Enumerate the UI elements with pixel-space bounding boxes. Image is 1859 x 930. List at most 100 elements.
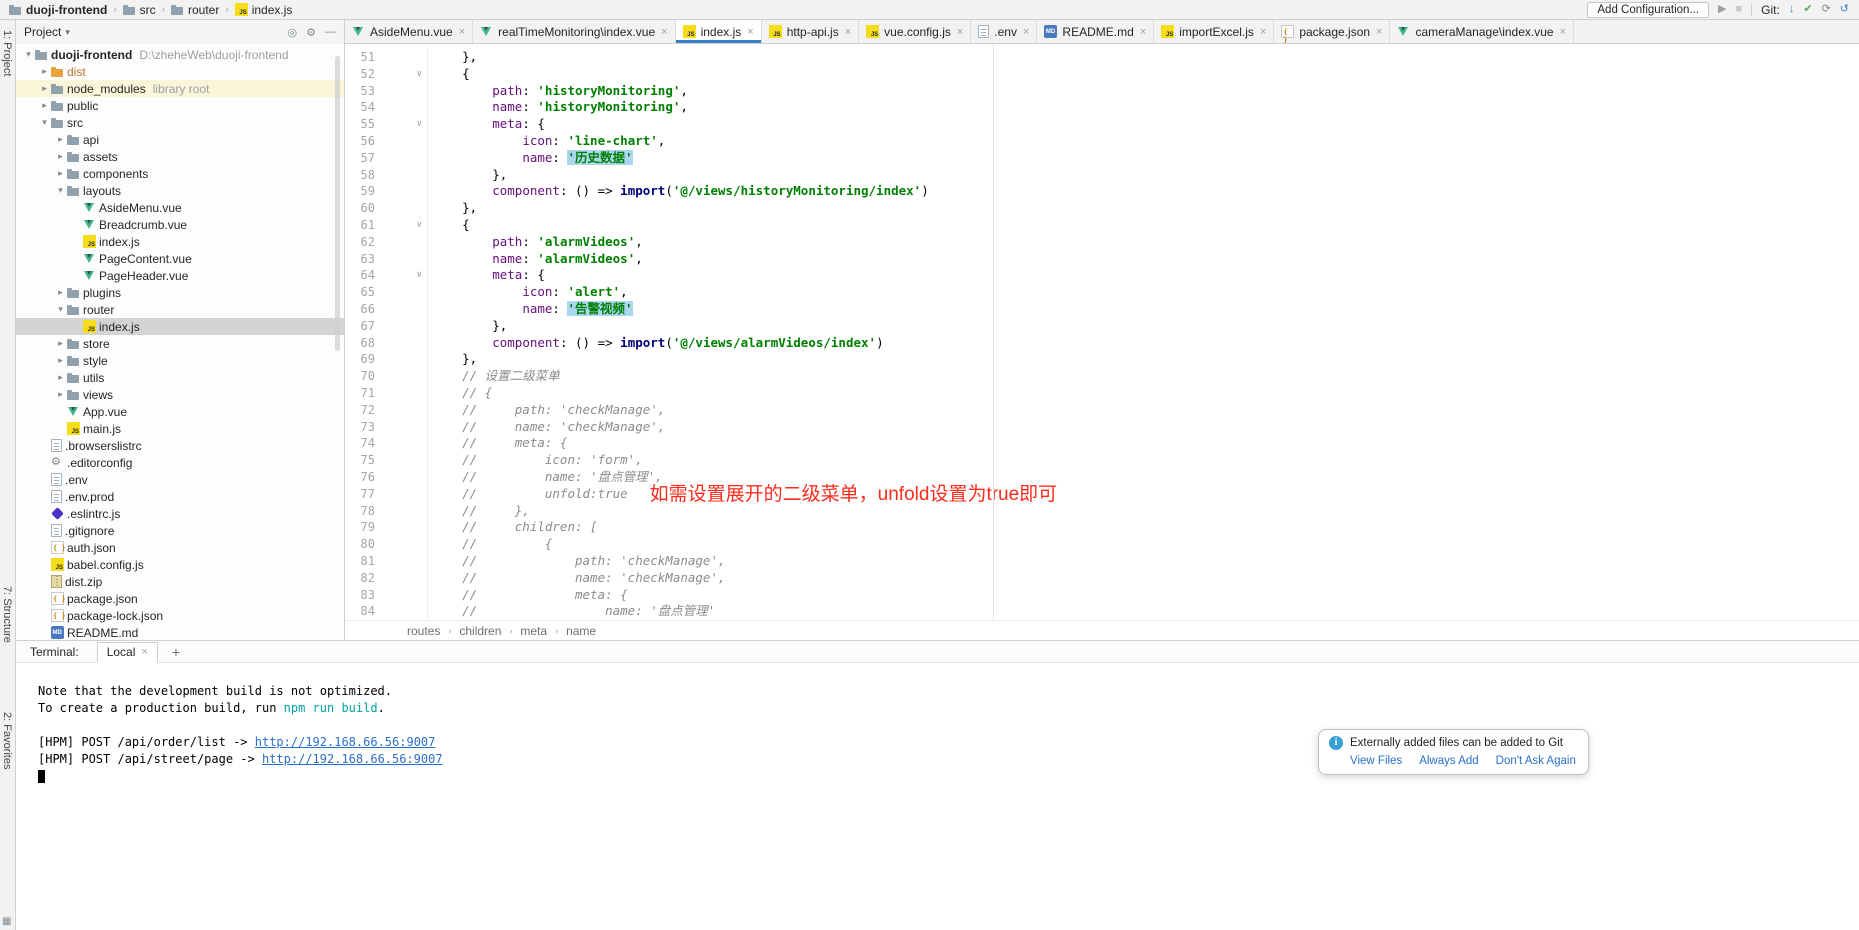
tree-item-.gitignore[interactable]: .gitignore (16, 522, 344, 539)
close-icon[interactable]: × (957, 26, 963, 38)
tree-item-api[interactable]: ▸api (16, 131, 344, 148)
notification-action-don-t-ask-again[interactable]: Don't Ask Again (1496, 755, 1576, 767)
tree-item-.browserslistrc[interactable]: .browserslistrc (16, 437, 344, 454)
terminal-title[interactable]: Terminal: (30, 645, 79, 659)
editor-tab-AsideMenu.vue[interactable]: AsideMenu.vue× (345, 20, 473, 43)
hide-panel-icon[interactable]: — (325, 26, 336, 39)
tree-item-router[interactable]: ▾router (16, 301, 344, 318)
terminal-link[interactable]: http://192.168.66.56:9007 (262, 752, 443, 766)
run-icon[interactable]: ▶ (1718, 4, 1726, 15)
editor-tab-importExcel.js[interactable]: importExcel.js× (1154, 20, 1274, 43)
chevron-right-icon[interactable]: ▸ (38, 83, 51, 94)
chevron-right-icon[interactable]: ▸ (54, 168, 67, 179)
code-line[interactable]: 65 icon: 'alert', (345, 284, 1859, 301)
tree-item-Breadcrumb.vue[interactable]: Breadcrumb.vue (16, 216, 344, 233)
tool-window-button-project[interactable]: 1: Project (1, 30, 13, 76)
code-line[interactable]: 51 }, (345, 49, 1859, 66)
close-icon[interactable]: × (1376, 26, 1382, 38)
gear-icon[interactable]: ⚙ (306, 26, 316, 39)
editor-tab-.env[interactable]: .env× (971, 20, 1037, 43)
code-line[interactable]: 66 name: '告警视频' (345, 301, 1859, 318)
tree-item-index.js[interactable]: index.js (16, 318, 344, 335)
code-line[interactable]: 71 // { (345, 385, 1859, 402)
tree-item-README.md[interactable]: README.md (16, 624, 344, 640)
editor-tab-README.md[interactable]: README.md× (1037, 20, 1154, 43)
chevron-right-icon[interactable]: ▸ (38, 66, 51, 77)
code-line[interactable]: 64∨ meta: { (345, 267, 1859, 284)
git-history-icon[interactable]: ⟳ (1822, 4, 1831, 15)
tree-item-.editorconfig[interactable]: .editorconfig (16, 454, 344, 471)
close-icon[interactable]: × (1260, 26, 1266, 38)
editor-tab-index.js[interactable]: index.js× (676, 20, 762, 43)
chevron-right-icon[interactable]: ▸ (54, 134, 67, 145)
code-line[interactable]: 57 name: '历史数据' (345, 150, 1859, 167)
chevron-right-icon[interactable]: ▸ (54, 372, 67, 383)
breadcrumb-item[interactable]: router (168, 3, 222, 17)
editor-breadcrumb-item[interactable]: meta (520, 624, 547, 638)
tree-item-components[interactable]: ▸components (16, 165, 344, 182)
editor-tab-package.json[interactable]: package.json× (1274, 20, 1390, 43)
close-icon[interactable]: × (141, 646, 147, 658)
code-line[interactable]: 77 // unfold:true如需设置展开的二级菜单，unfold设置为tr… (345, 486, 1859, 503)
tree-item-main.js[interactable]: main.js (16, 420, 344, 437)
fold-arrow-icon[interactable]: ∨ (417, 66, 422, 83)
tool-window-button-favorites[interactable]: 2: Favorites (1, 712, 13, 769)
code-line[interactable]: 76 // name: '盘点管理', (345, 469, 1859, 486)
chevron-right-icon[interactable]: ▸ (54, 151, 67, 162)
tree-item-package-lock.json[interactable]: package-lock.json (16, 607, 344, 624)
chevron-down-icon[interactable]: ▾ (54, 304, 67, 315)
tree-item-layouts[interactable]: ▾layouts (16, 182, 344, 199)
code-line[interactable]: 73 // name: 'checkManage', (345, 419, 1859, 436)
tree-item-.env.prod[interactable]: .env.prod (16, 488, 344, 505)
tree-item-auth.json[interactable]: auth.json (16, 539, 344, 556)
code-line[interactable]: 59 component: () => import('@/views/hist… (345, 183, 1859, 200)
tree-item-.env[interactable]: .env (16, 471, 344, 488)
chevron-right-icon[interactable]: ▸ (54, 287, 67, 298)
tool-window-button-structure[interactable]: 7: Structure (1, 586, 13, 643)
editor-breadcrumb-item[interactable]: name (566, 624, 596, 638)
chevron-right-icon[interactable]: ▸ (54, 389, 67, 400)
chevron-right-icon[interactable]: ▸ (38, 100, 51, 111)
notification-action-always-add[interactable]: Always Add (1419, 755, 1478, 767)
close-icon[interactable]: × (459, 26, 465, 38)
tree-item-dist.zip[interactable]: dist.zip (16, 573, 344, 590)
code-editor[interactable]: 51 },52∨ {53 path: 'historyMonitoring',5… (345, 44, 1859, 620)
code-line[interactable]: 69 }, (345, 351, 1859, 368)
notification-action-view-files[interactable]: View Files (1350, 755, 1402, 767)
tree-item-public[interactable]: ▸public (16, 97, 344, 114)
tree-item-.eslintrc.js[interactable]: .eslintrc.js (16, 505, 344, 522)
git-update-icon[interactable]: ↓ (1789, 4, 1795, 15)
code-line[interactable]: 54 name: 'historyMonitoring', (345, 99, 1859, 116)
chevron-down-icon[interactable]: ▾ (54, 185, 67, 196)
fold-arrow-icon[interactable]: ∨ (417, 217, 422, 234)
editor-tab-cameraManage\index.vue[interactable]: cameraManage\index.vue× (1390, 20, 1574, 43)
terminal-link[interactable]: http://192.168.66.56:9007 (255, 735, 436, 749)
code-line[interactable]: 68 component: () => import('@/views/alar… (345, 335, 1859, 352)
breadcrumb-item[interactable]: src (120, 3, 159, 17)
chevron-down-icon[interactable]: ▾ (22, 49, 35, 60)
close-icon[interactable]: × (661, 26, 667, 38)
stop-icon[interactable]: ■ (1736, 4, 1743, 15)
chevron-right-icon[interactable]: ▸ (54, 355, 67, 366)
tree-item-App.vue[interactable]: App.vue (16, 403, 344, 420)
breadcrumb-item[interactable]: duoji-frontend (6, 3, 110, 17)
close-icon[interactable]: × (1140, 26, 1146, 38)
code-line[interactable]: 67 }, (345, 318, 1859, 335)
code-line[interactable]: 70 // 设置二级菜单 (345, 368, 1859, 385)
code-line[interactable]: 81 // path: 'checkManage', (345, 553, 1859, 570)
tree-item-views[interactable]: ▸views (16, 386, 344, 403)
code-line[interactable]: 56 icon: 'line-chart', (345, 133, 1859, 150)
tree-item-style[interactable]: ▸style (16, 352, 344, 369)
editor-tab-http-api.js[interactable]: http-api.js× (762, 20, 859, 43)
code-line[interactable]: 74 // meta: { (345, 435, 1859, 452)
code-line[interactable]: 63 name: 'alarmVideos', (345, 251, 1859, 268)
tree-item-babel.config.js[interactable]: babel.config.js (16, 556, 344, 573)
tree-item-dist[interactable]: ▸dist (16, 63, 344, 80)
fold-arrow-icon[interactable]: ∨ (417, 116, 422, 133)
tree-item-duoji-frontend[interactable]: ▾duoji-frontendD:\zheheWeb\duoji-fronten… (16, 46, 344, 63)
editor-breadcrumb-item[interactable]: routes (407, 624, 440, 638)
editor-tab-vue.config.js[interactable]: vue.config.js× (859, 20, 971, 43)
code-line[interactable]: 58 }, (345, 167, 1859, 184)
close-icon[interactable]: × (845, 26, 851, 38)
code-line[interactable]: 53 path: 'historyMonitoring', (345, 83, 1859, 100)
